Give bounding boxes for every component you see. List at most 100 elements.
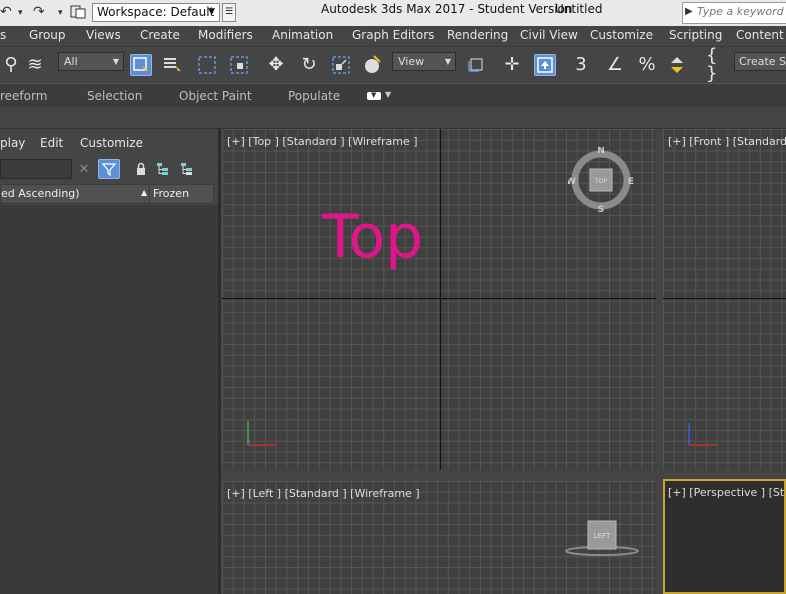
viewcube-face-label: LEFT [594,532,611,540]
workspace-menu-button[interactable]: ☰ [222,3,236,22]
viewport-top[interactable]: [+] [Top ] [Standard ] [Wireframe ] Top … [222,129,656,470]
rectangular-selection-icon[interactable] [196,54,218,76]
tab-selection[interactable]: Selection [87,89,142,103]
menu-item-civil-view[interactable]: Civil View [520,28,578,42]
create-selection-set-dropdown[interactable]: Create Se [734,52,786,71]
menu-item-content[interactable]: Content [736,28,784,42]
column-name-sort[interactable]: ed Ascending) [1,187,80,200]
menu-item-scripting[interactable]: Scripting [669,28,722,42]
layer-hierarchy-icon[interactable] [176,159,198,179]
chevron-down-icon: ▼ [371,91,377,99]
explorer-list[interactable] [0,205,218,594]
viewport-overlay-text: Top [322,202,424,272]
search-input[interactable] [697,5,786,18]
undo-dropdown-icon[interactable]: ▾ [18,8,23,18]
chevron-down-icon: ▼ [208,7,215,17]
unlink-icon[interactable]: ⚲ [0,54,22,76]
place-icon[interactable] [362,54,384,76]
compass-east: E [628,177,634,187]
column-frozen[interactable]: Frozen [153,187,189,200]
explorer-menu-customize[interactable]: Customize [80,136,143,150]
menu-item-rendering[interactable]: Rendering [447,28,508,42]
select-by-name-icon[interactable] [162,54,184,76]
document-name: Untitled [555,2,603,16]
toolbar-spacer [0,107,786,129]
explorer-search-input[interactable] [0,159,72,179]
undo-icon[interactable]: ↶ [0,4,12,20]
axis-tripod-icon [247,421,276,446]
main-toolbar: ⚲ ≋ All ▼ ✥ ↻ View ▼ ✛ 3 ∠ % { } Create … [0,46,786,83]
move-icon[interactable]: ✥ [265,54,287,76]
snaps-toggle-icon[interactable]: 3 [570,54,592,76]
tab-freeform[interactable]: reeform [0,89,47,103]
menu-item-group[interactable]: Group [29,28,66,42]
bind-space-warp-icon[interactable]: ≋ [24,54,46,76]
redo-icon[interactable]: ↷ [33,4,45,20]
viewport-front[interactable]: [+] [Front ] [Standard [663,129,786,470]
title-bar: ↶ ▾ ↷ ▾ Workspace: Default ▼ ☰ Autodesk … [0,0,786,26]
ribbon: reeform Selection Object Paint Populate … [0,83,786,108]
search-box: ▶ [682,2,786,24]
compass-west: W [568,177,576,187]
filter-icon[interactable] [98,159,120,179]
selection-filter-value: All [64,55,78,68]
workspace-label: Workspace: Default [97,5,215,19]
viewcube[interactable]: TOP N S E W [568,147,634,213]
reference-coordinate-dropdown[interactable]: View ▼ [392,52,456,71]
select-manipulate-icon[interactable]: ✛ [501,54,523,76]
chevron-right-icon[interactable]: ▶ [685,6,693,17]
grid-axis-x [663,298,786,299]
viewcube[interactable]: LEFT [562,515,642,559]
clear-search-icon[interactable]: ✕ [73,159,95,179]
viewcube-face-label: TOP [594,178,607,185]
viewport-perspective[interactable]: [+] [Perspective ] [Stan [663,479,786,594]
viewport-label[interactable]: [+] [Perspective ] [Stan [668,486,784,499]
column-divider[interactable] [149,185,150,203]
tab-object-paint[interactable]: Object Paint [179,89,252,103]
menu-item-customize[interactable]: Customize [590,28,653,42]
viewport-label[interactable]: [+] [Top ] [Standard ] [Wireframe ] [227,135,418,148]
menu-item-hidden[interactable]: s [0,28,6,42]
menu-item-views[interactable]: Views [86,28,121,42]
axis-tripod-icon [688,423,717,446]
select-object-icon[interactable] [130,54,152,76]
grid-axis-y [440,129,441,470]
compass-north: N [597,147,605,156]
percent-snap-icon[interactable]: % [636,54,658,76]
hierarchy-icon[interactable] [152,159,174,179]
reference-coordinate-value: View [398,55,425,68]
panel-splitter[interactable] [218,129,221,594]
project-folder-icon[interactable] [70,4,86,24]
app-title: Autodesk 3ds Max 2017 - Student Version [321,2,573,16]
lock-icon[interactable] [130,159,152,179]
scene-explorer: play Edit Customize ✕ ed Ascending) ▲ Fr… [0,129,218,594]
keyboard-shortcut-override-icon[interactable] [534,54,556,76]
menu-item-graph-editors[interactable]: Graph Editors [352,28,434,42]
viewport-left[interactable]: [+] [Left ] [Standard ] [Wireframe ] LEF… [222,481,656,594]
pivot-point-icon[interactable] [464,54,486,76]
viewport-label[interactable]: [+] [Front ] [Standard [668,135,786,148]
edit-named-selection-icon[interactable]: { } [706,47,728,83]
chevron-down-icon: ▼ [112,57,119,66]
grid-axis-x [222,298,656,299]
window-crossing-icon[interactable] [228,54,250,76]
menu-item-modifiers[interactable]: Modifiers [198,28,253,42]
explorer-menu-display[interactable]: play [0,136,25,150]
menu-bar: s Group Views Create Modifiers Animation… [0,26,786,46]
redo-dropdown-icon[interactable]: ▾ [58,8,63,18]
chevron-down-icon: ▼ [444,57,451,66]
ribbon-options-icon[interactable]: ▼ [385,90,391,99]
sort-ascending-icon: ▲ [141,188,148,197]
explorer-menu-edit[interactable]: Edit [40,136,63,150]
rotate-icon[interactable]: ↻ [298,54,320,76]
menu-item-create[interactable]: Create [140,28,180,42]
scale-icon[interactable] [330,54,352,76]
menu-item-animation[interactable]: Animation [272,28,333,42]
angle-snap-icon[interactable]: ∠ [604,54,626,76]
compass-south: S [598,205,604,213]
selection-filter-dropdown[interactable]: All ▼ [58,52,124,71]
workspace-dropdown[interactable]: Workspace: Default ▼ [92,3,220,22]
spinner-snap-icon[interactable] [666,54,688,76]
tab-populate[interactable]: Populate [288,89,340,103]
viewport-label[interactable]: [+] [Left ] [Standard ] [Wireframe ] [227,487,420,500]
